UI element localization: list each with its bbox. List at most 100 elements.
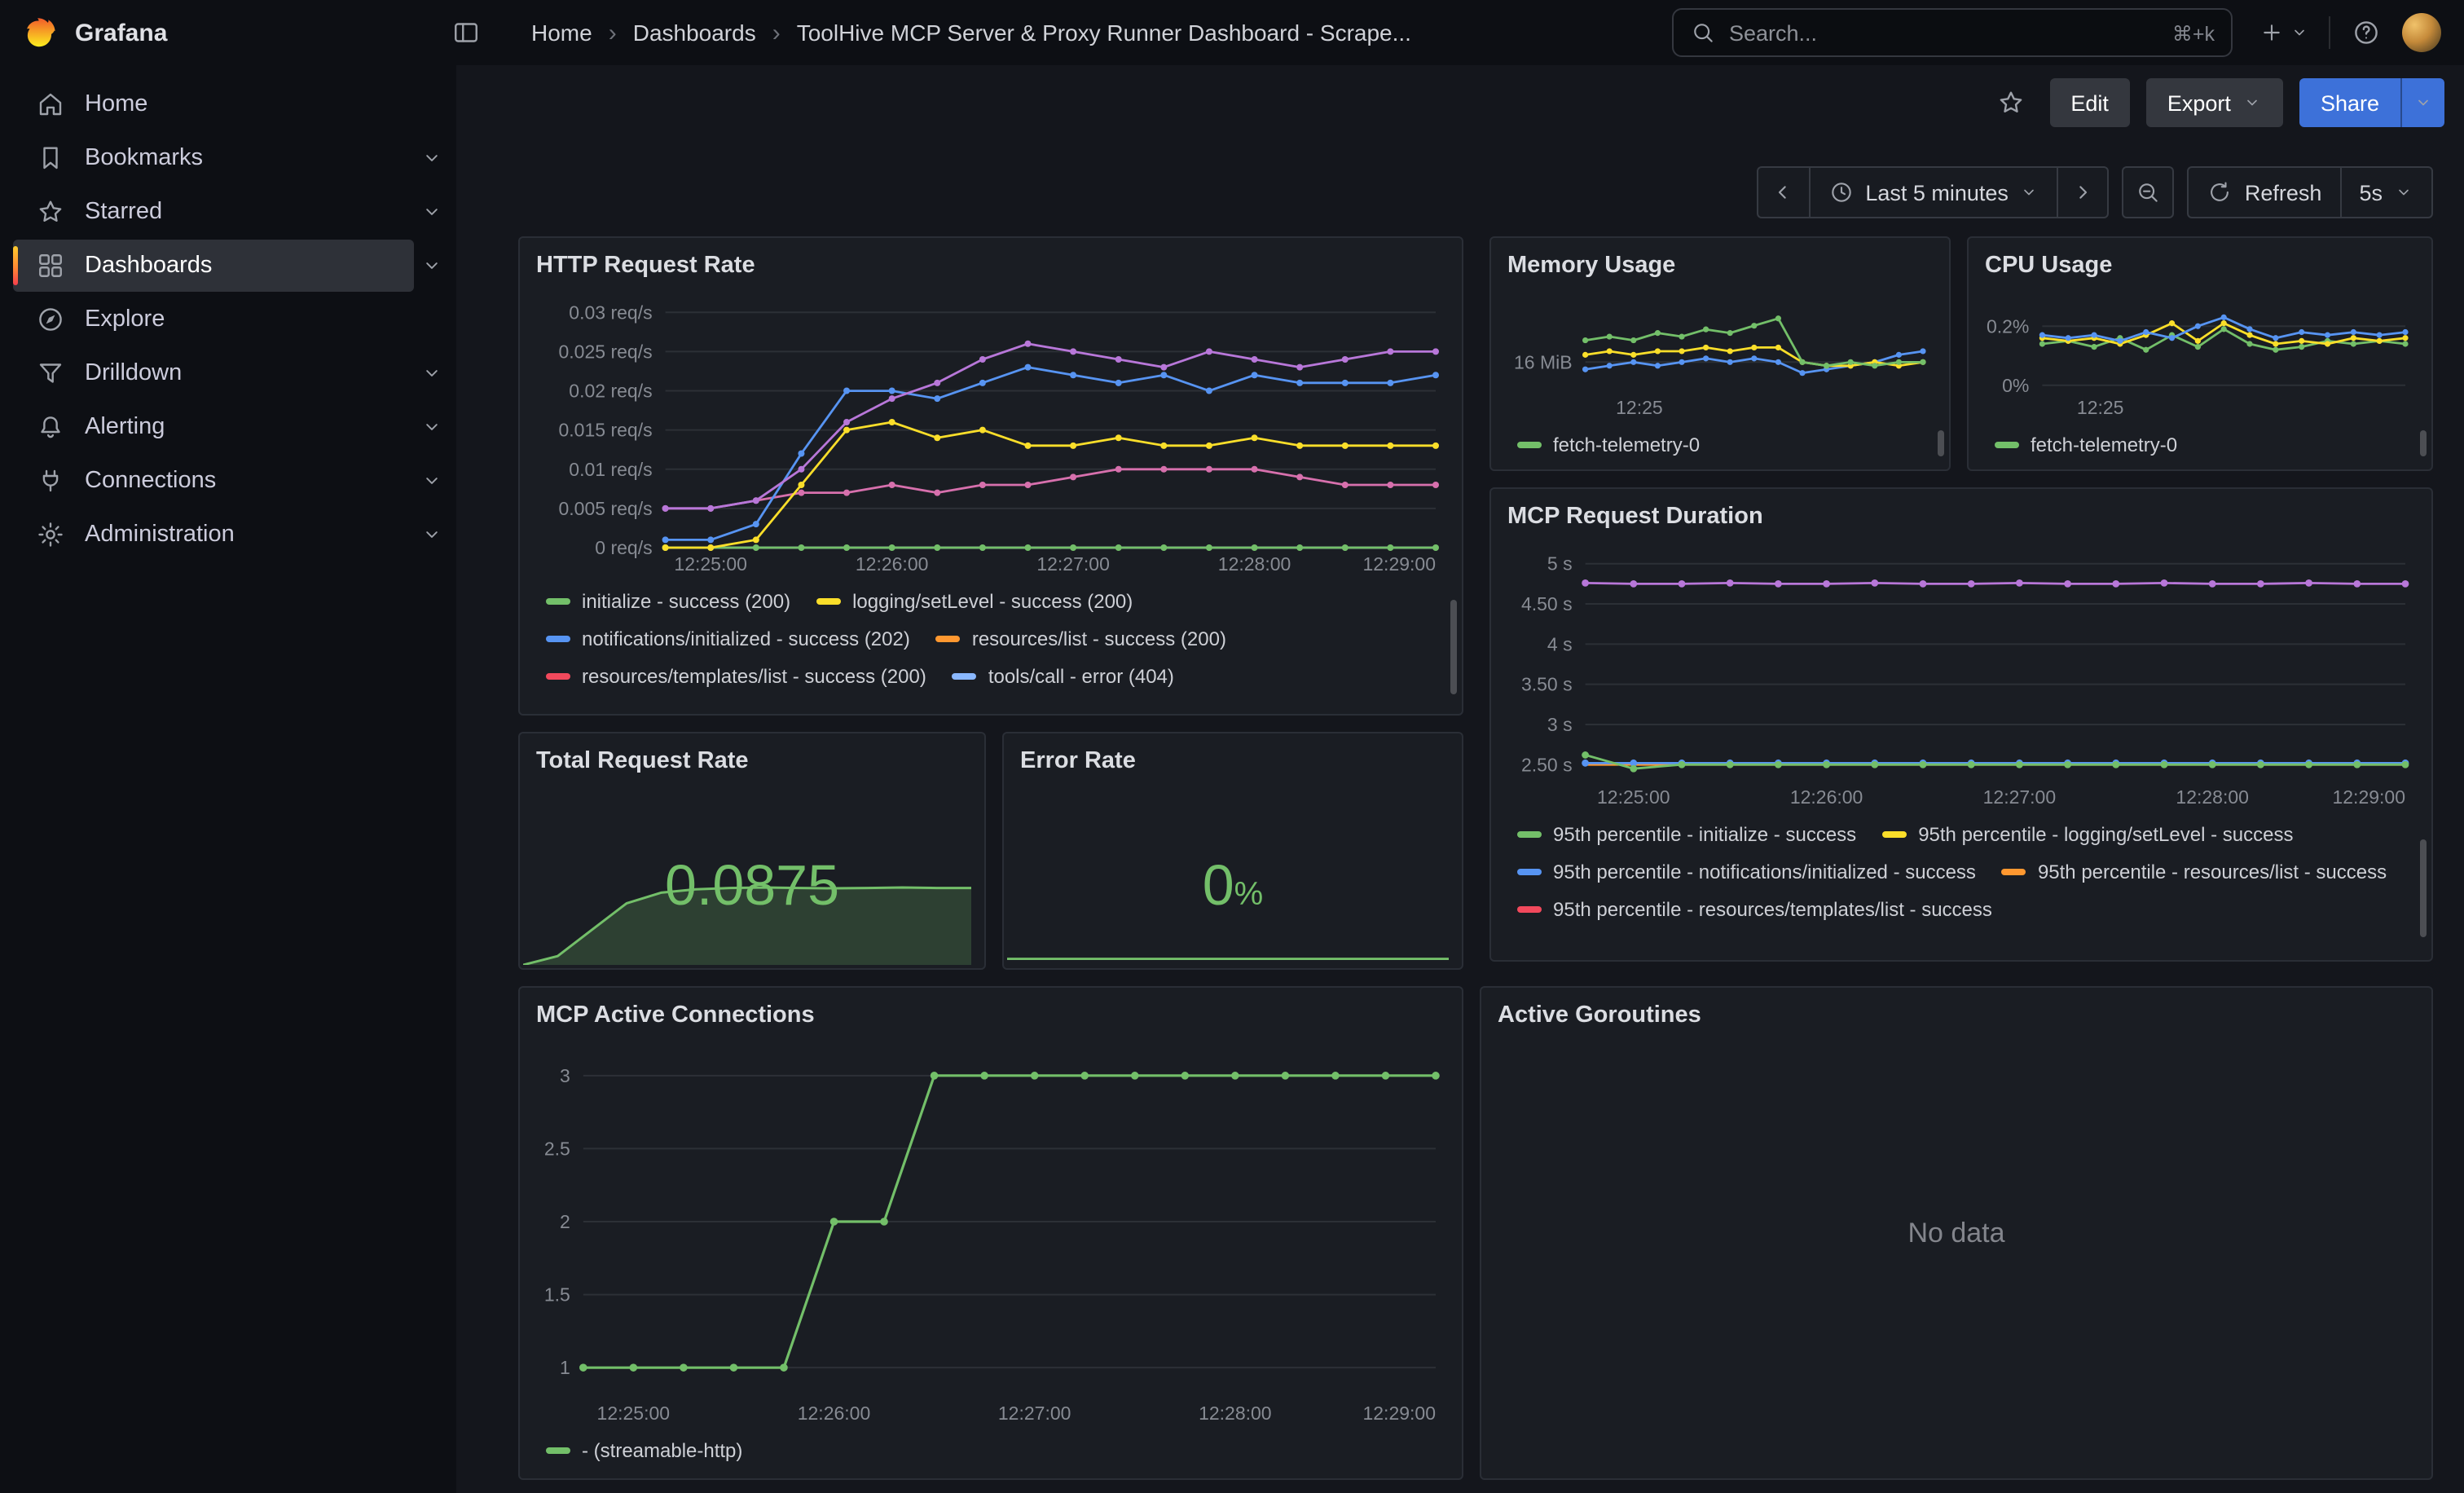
breadcrumb-item: ToolHive MCP Server & Proxy Runner Dashb… bbox=[797, 20, 1411, 46]
legend-item[interactable]: notifications/initialized - success (202… bbox=[546, 623, 910, 654]
legend-label: 95th percentile - resources/templates/li… bbox=[1553, 897, 1992, 920]
legend-item[interactable]: 95th percentile - resources/list - succe… bbox=[2002, 856, 2387, 887]
legend-label: 95th percentile - resources/list - succe… bbox=[2038, 860, 2387, 883]
search-icon bbox=[1690, 20, 1716, 46]
legend-item[interactable]: - (streamable-http) bbox=[546, 1434, 742, 1465]
legend-item[interactable]: 95th percentile - notifications/initiali… bbox=[1517, 856, 1976, 887]
chevron-down-icon[interactable] bbox=[420, 469, 443, 492]
legend-item[interactable]: resources/templates/list - success (200) bbox=[546, 660, 926, 691]
stat-unit: % bbox=[1234, 877, 1264, 913]
sidebar-item-starred[interactable]: Starred bbox=[13, 186, 414, 238]
chevron-down-icon[interactable] bbox=[420, 523, 443, 546]
legend-label: logging/setLevel - success (200) bbox=[852, 589, 1133, 612]
breadcrumb: Home›Dashboards›ToolHive MCP Server & Pr… bbox=[531, 19, 1411, 46]
legend-item[interactable]: fetch-telemetry-0 bbox=[1517, 429, 1700, 456]
svg-text:12:25: 12:25 bbox=[1616, 397, 1663, 418]
legend-item[interactable]: resources/list - success (200) bbox=[936, 623, 1226, 654]
stat-value: 0.0875 bbox=[520, 854, 984, 919]
panel-title[interactable]: HTTP Request Rate bbox=[536, 248, 1445, 284]
search-input[interactable]: Search... ⌘+k bbox=[1672, 8, 2233, 57]
svg-text:2.5: 2.5 bbox=[544, 1138, 570, 1159]
svg-text:12:28:00: 12:28:00 bbox=[2176, 786, 2249, 808]
refresh-interval-picker[interactable]: 5s bbox=[2339, 168, 2431, 217]
svg-text:12:25:00: 12:25:00 bbox=[1597, 786, 1670, 808]
sidebar-row: Explore bbox=[13, 293, 443, 346]
sidebar-row: Home bbox=[13, 78, 443, 130]
sidebar-toggle-button[interactable] bbox=[443, 10, 489, 55]
panel-title[interactable]: Total Request Rate bbox=[536, 743, 968, 779]
chevron-down-icon[interactable] bbox=[420, 200, 443, 223]
panel-active-goroutines: Active Goroutines No data bbox=[1480, 986, 2433, 1480]
legend-scrollbar[interactable] bbox=[2420, 839, 2427, 937]
breadcrumb-item[interactable]: Dashboards bbox=[633, 20, 756, 46]
panel-title[interactable]: CPU Usage bbox=[1985, 248, 2415, 284]
time-forward-button[interactable] bbox=[2057, 168, 2108, 217]
chevron-down-icon[interactable] bbox=[420, 147, 443, 170]
legend-label: initialize - success (200) bbox=[582, 589, 790, 612]
memory-usage-chart[interactable]: 16 MiB 12:25 bbox=[1507, 287, 1933, 421]
time-range-picker[interactable]: Last 5 minutes bbox=[1808, 168, 2057, 217]
grafana-logo-icon[interactable] bbox=[23, 15, 59, 51]
svg-text:16 MiB: 16 MiB bbox=[1514, 351, 1573, 372]
time-back-button[interactable] bbox=[1758, 168, 1808, 217]
legend-item[interactable]: tools/call - error (404) bbox=[953, 660, 1174, 691]
legend-swatch bbox=[936, 635, 961, 641]
legend-scrollbar[interactable] bbox=[1450, 600, 1457, 694]
time-range-group: Last 5 minutes bbox=[1756, 166, 2110, 218]
legend-item[interactable]: 95th percentile - resources/templates/li… bbox=[1517, 893, 1992, 924]
favorite-button[interactable] bbox=[1987, 80, 2033, 126]
legend-item[interactable]: logging/setLevel - success (200) bbox=[816, 585, 1133, 616]
svg-text:12:29:00: 12:29:00 bbox=[1362, 553, 1436, 575]
svg-text:2: 2 bbox=[560, 1211, 570, 1232]
stat-value: 0% bbox=[1004, 854, 1462, 919]
legend-label: notifications/initialized - success (202… bbox=[582, 627, 910, 650]
help-button[interactable] bbox=[2343, 10, 2389, 55]
svg-text:0%: 0% bbox=[2002, 375, 2029, 396]
sidebar-item-explore[interactable]: Explore bbox=[13, 293, 443, 346]
refresh-button[interactable]: Refresh bbox=[2189, 168, 2340, 217]
legend-item[interactable]: 95th percentile - initialize - success bbox=[1517, 818, 1856, 849]
zoom-out-button[interactable] bbox=[2123, 166, 2175, 218]
legend-swatch bbox=[1517, 441, 1542, 447]
legend-item[interactable]: initialize - success (200) bbox=[546, 585, 790, 616]
export-button[interactable]: Export bbox=[2146, 78, 2283, 127]
chevron-down-icon[interactable] bbox=[420, 362, 443, 385]
panel-title[interactable]: Memory Usage bbox=[1507, 248, 1933, 284]
cpu-usage-chart[interactable]: 0.2%0%12:25 bbox=[1985, 287, 2415, 421]
http-request-rate-chart[interactable]: 0 req/s0.005 req/s0.01 req/s0.015 req/s0… bbox=[536, 287, 1445, 577]
sidebar-item-drilldown[interactable]: Drilldown bbox=[13, 347, 414, 399]
legend-item[interactable]: 95th percentile - logging/setLevel - suc… bbox=[1882, 818, 2293, 849]
chevron-down-icon[interactable] bbox=[420, 416, 443, 438]
apps-icon bbox=[36, 251, 65, 280]
chevron-down-icon[interactable] bbox=[420, 254, 443, 277]
breadcrumb-separator-icon: › bbox=[609, 19, 617, 46]
chevron-right-icon bbox=[2070, 179, 2097, 205]
no-data-message: No data bbox=[1481, 988, 2431, 1478]
edit-button[interactable]: Edit bbox=[2049, 78, 2130, 127]
panel-title[interactable]: MCP Request Duration bbox=[1507, 499, 2415, 535]
legend-scrollbar[interactable] bbox=[2420, 430, 2427, 456]
sidebar-item-home[interactable]: Home bbox=[13, 78, 443, 130]
dashboard-toolbar: Edit Export Share bbox=[1987, 78, 2444, 127]
panel-title[interactable]: Error Rate bbox=[1020, 743, 1445, 779]
legend-item[interactable]: fetch-telemetry-0 bbox=[1995, 429, 2177, 456]
mcp-active-connections-chart[interactable]: 11.522.5312:25:0012:26:0012:27:0012:28:0… bbox=[536, 1037, 1445, 1426]
sidebar-item-bookmarks[interactable]: Bookmarks bbox=[13, 132, 414, 184]
share-menu-button[interactable] bbox=[2400, 78, 2444, 127]
sidebar-item-label: Explore bbox=[85, 306, 165, 333]
breadcrumb-item[interactable]: Home bbox=[531, 20, 592, 46]
share-button[interactable]: Share bbox=[2299, 78, 2400, 127]
chevron-down-icon bbox=[2413, 93, 2433, 112]
legend-scrollbar[interactable] bbox=[1938, 430, 1944, 456]
sidebar-item-connections[interactable]: Connections bbox=[13, 455, 414, 507]
new-button[interactable] bbox=[2252, 10, 2316, 55]
zoom-out-icon bbox=[2136, 179, 2162, 205]
legend-swatch bbox=[1517, 830, 1542, 837]
sidebar-item-label: Starred bbox=[85, 199, 162, 225]
sidebar-item-administration[interactable]: Administration bbox=[13, 509, 414, 561]
mcp-request-duration-chart[interactable]: 2.50 s3 s3.50 s4 s4.50 s5 s12:25:0012:26… bbox=[1507, 538, 2415, 810]
avatar[interactable] bbox=[2402, 13, 2441, 52]
sidebar-item-alerting[interactable]: Alerting bbox=[13, 401, 414, 453]
sidebar-item-dashboards[interactable]: Dashboards bbox=[13, 240, 414, 292]
panel-title[interactable]: MCP Active Connections bbox=[536, 998, 1445, 1033]
